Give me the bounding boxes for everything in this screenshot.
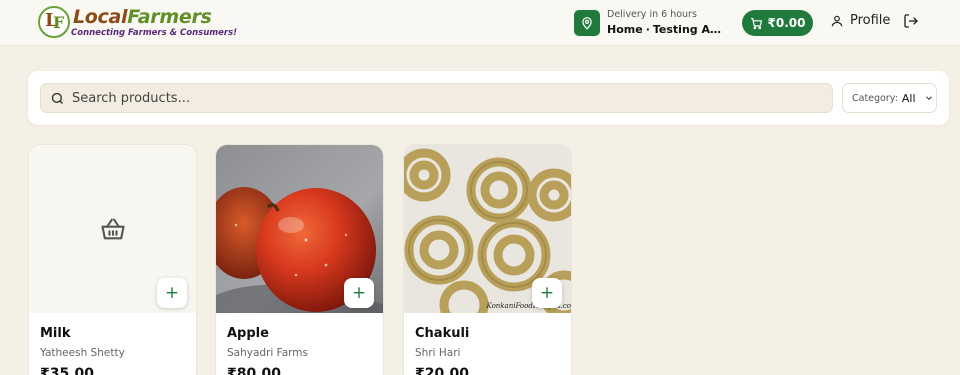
product-seller: Sahyadri Farms	[227, 347, 308, 359]
cart-amount: ₹0.00	[767, 16, 806, 30]
logout-icon[interactable]	[903, 13, 921, 31]
product-card[interactable]: + Milk Yatheesh Shetty ₹35.00	[28, 144, 197, 375]
cart-icon	[750, 17, 762, 29]
logo-mark: LF	[38, 6, 70, 38]
category-select[interactable]: Category: All	[842, 83, 937, 113]
product-seller: Yatheesh Shetty	[40, 347, 125, 359]
basket-icon	[101, 218, 125, 240]
product-name: Chakuli	[415, 326, 470, 341]
plus-icon: +	[351, 283, 367, 303]
product-name: Apple	[227, 326, 269, 341]
product-name: Milk	[40, 326, 71, 341]
add-to-cart-button[interactable]: +	[344, 278, 374, 308]
profile-button[interactable]: Profile	[830, 13, 890, 28]
profile-label: Profile	[850, 13, 891, 28]
product-price: ₹35.00	[40, 366, 95, 375]
plus-icon: +	[539, 283, 555, 303]
location-pin-icon[interactable]	[574, 10, 600, 36]
product-seller: Shri Hari	[415, 347, 461, 359]
add-to-cart-button[interactable]: +	[157, 278, 187, 308]
product-card[interactable]: KonkaniFoodRecipes.co + Chakuli Shri Har…	[403, 144, 572, 375]
search-icon	[51, 92, 63, 104]
product-price: ₹80.00	[227, 366, 282, 375]
delivery-eta: Delivery in 6 hours	[607, 9, 697, 20]
product-price: ₹20.00	[415, 366, 470, 375]
local-farmers-logo[interactable]: LF LocalFarmers Connecting Farmers & Con…	[38, 6, 237, 40]
delivery-address[interactable]: Home·Testing Addre...	[607, 23, 725, 36]
logo-name: LocalFarmers	[73, 6, 212, 28]
chevron-down-icon	[925, 96, 932, 100]
cart-button[interactable]: ₹0.00	[742, 10, 813, 36]
add-to-cart-button[interactable]: +	[532, 278, 562, 308]
product-card[interactable]: + Apple Sahyadri Farms ₹80.00	[215, 144, 384, 375]
search-bar[interactable]	[40, 83, 833, 113]
search-input[interactable]	[72, 90, 772, 106]
search-panel: Category: All	[28, 71, 949, 125]
category-label: Category:	[852, 92, 898, 104]
top-header: LF LocalFarmers Connecting Farmers & Con…	[0, 0, 960, 46]
plus-icon: +	[164, 283, 180, 303]
logo-tagline: Connecting Farmers & Consumers!	[71, 28, 238, 38]
user-icon	[831, 15, 843, 26]
category-value: All	[901, 91, 916, 105]
